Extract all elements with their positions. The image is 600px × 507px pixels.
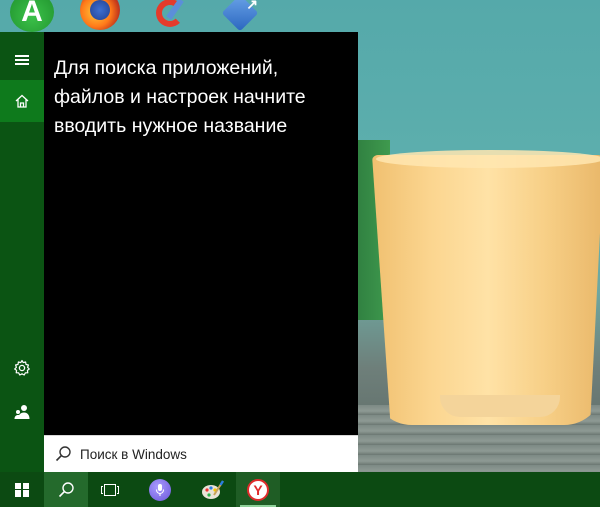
- search-hint-text: Для поиска приложений, файлов и настроек…: [54, 57, 306, 137]
- user-button[interactable]: [0, 390, 44, 434]
- wallpaper-cup: [372, 155, 600, 425]
- wallpaper-cup-rim: [376, 150, 600, 168]
- user-icon: [14, 405, 30, 419]
- firefox-icon[interactable]: [80, 0, 120, 30]
- green-app-icon[interactable]: A: [10, 0, 54, 32]
- yandex-browser-button[interactable]: Y: [236, 472, 280, 507]
- tool-app-arrow: ↗: [246, 0, 258, 12]
- task-view-icon: [101, 483, 119, 496]
- search-icon: [58, 481, 74, 497]
- settings-button[interactable]: [0, 346, 44, 390]
- search-box[interactable]: [44, 435, 358, 472]
- start-menu-rail: [0, 32, 44, 472]
- microphone-icon: [149, 478, 171, 501]
- paint-palette-icon: [202, 479, 224, 499]
- gear-icon: [14, 359, 30, 376]
- start-button[interactable]: [0, 472, 44, 507]
- taskbar: Y: [0, 472, 600, 507]
- tool-app-icon[interactable]: ↗: [220, 0, 260, 32]
- hamburger-icon: [15, 55, 29, 65]
- yandex-browser-icon: Y: [247, 478, 269, 501]
- desktop-icons: A ↗: [0, 0, 300, 32]
- yandex-glyph: Y: [253, 481, 263, 498]
- search-results-panel: Для поиска приложений, файлов и настроек…: [44, 32, 358, 435]
- taskbar-search-button[interactable]: [44, 472, 88, 507]
- home-button[interactable]: [0, 80, 44, 122]
- wallpaper-cup-base: [440, 395, 560, 417]
- green-app-glyph: A: [21, 0, 43, 28]
- expand-menu-button[interactable]: [0, 38, 44, 82]
- task-view-button[interactable]: [88, 472, 132, 507]
- cortana-button[interactable]: [138, 472, 182, 507]
- ccleaner-icon[interactable]: [150, 0, 190, 30]
- windows-logo-icon: [15, 482, 29, 497]
- search-icon: [55, 446, 71, 462]
- paint-app-button[interactable]: [190, 472, 234, 507]
- home-icon: [15, 94, 29, 108]
- search-input[interactable]: [80, 446, 340, 462]
